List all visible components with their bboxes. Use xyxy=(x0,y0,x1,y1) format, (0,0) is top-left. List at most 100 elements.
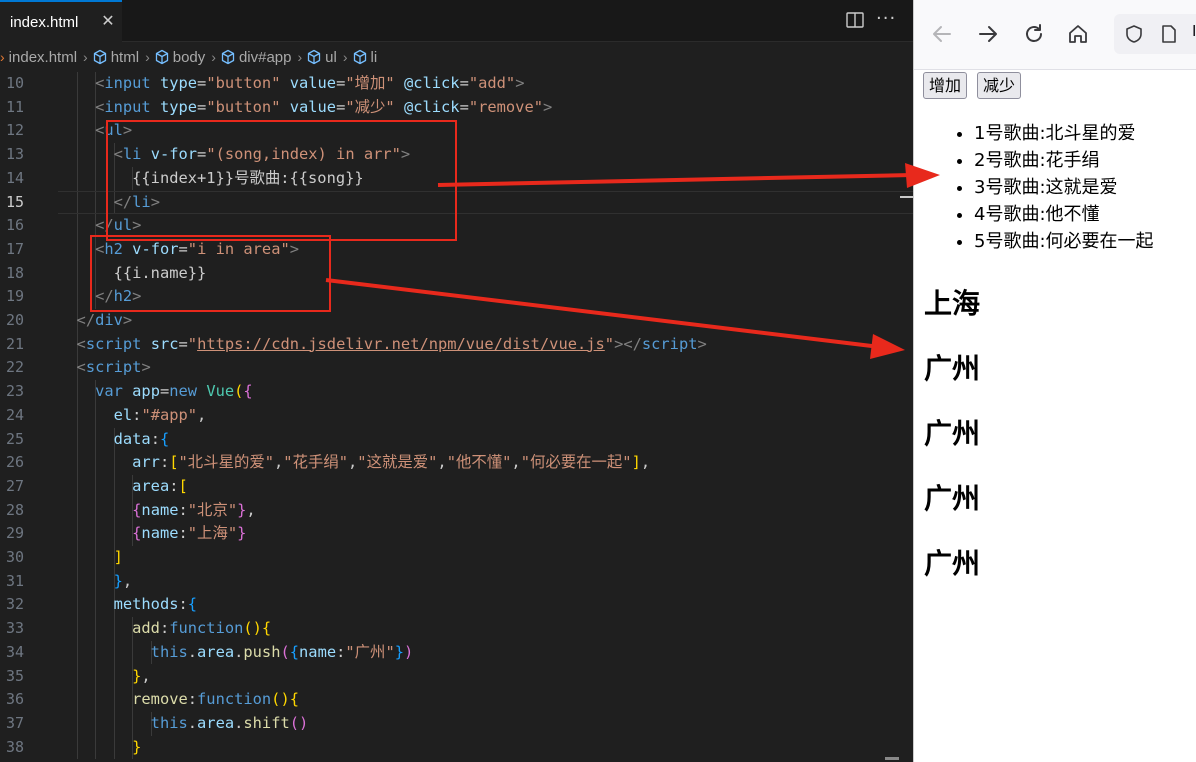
browser-window: I 增加 减少 1号歌曲:北斗星的爱2号歌曲:花手绢3号歌曲:这就是爱4号歌曲:… xyxy=(913,0,1196,762)
area-heading: 广州 xyxy=(924,547,981,580)
code-line[interactable]: 36 remove:function(){ xyxy=(0,688,913,712)
line-text: var app=new Vue({ xyxy=(95,382,253,401)
code-line[interactable]: 34 this.area.push({name:"广州"}) xyxy=(0,641,913,665)
song-list-item: 3号歌曲:这就是爱 xyxy=(974,174,1154,201)
song-list-item: 2号歌曲:花手绢 xyxy=(974,147,1154,174)
back-icon[interactable] xyxy=(930,22,954,46)
code-line[interactable]: 25 data:{ xyxy=(0,428,913,452)
code-line[interactable]: 21 <script src="https://cdn.jsdelivr.net… xyxy=(0,333,913,357)
code-line[interactable]: 35 }, xyxy=(0,665,913,689)
line-number: 19 xyxy=(5,287,24,306)
area-heading: 广州 xyxy=(924,482,981,515)
line-text: {name:"北京"}, xyxy=(132,500,256,519)
line-number: 20 xyxy=(5,311,24,329)
line-text: methods:{ xyxy=(113,595,198,614)
breadcrumb-item-index-html[interactable]: index.html xyxy=(9,49,77,66)
tab-label: index.html xyxy=(10,13,79,31)
area-heading: 广州 xyxy=(924,352,981,385)
code-line[interactable]: 29 {name:"上海"} xyxy=(0,522,913,546)
code-line[interactable]: 20 </div> xyxy=(0,309,913,333)
line-number: 10 xyxy=(5,74,24,92)
chevron-right-icon: › xyxy=(145,49,150,65)
address-bar[interactable]: I xyxy=(1114,14,1196,54)
line-number: 31 xyxy=(5,571,24,590)
tab-index-html[interactable]: index.html ✕ xyxy=(0,0,122,42)
line-number: 28 xyxy=(5,500,24,519)
shield-icon[interactable] xyxy=(1124,24,1144,44)
code-editor[interactable]: index.html ✕ ··· › index.html › html › body › d… xyxy=(0,0,913,762)
close-icon[interactable]: ✕ xyxy=(98,11,118,30)
code-line[interactable]: 38 } xyxy=(0,736,913,760)
address-text[interactable]: I xyxy=(1192,23,1196,41)
code-line[interactable]: 27 area:[ xyxy=(0,475,913,499)
breadcrumb-item-li[interactable]: li xyxy=(352,49,377,66)
breadcrumb-label: body xyxy=(172,48,206,66)
line-number: 17 xyxy=(5,239,24,258)
reload-icon[interactable] xyxy=(1022,22,1046,46)
chevron-right-icon: › xyxy=(297,49,303,65)
chevron-right-icon: › xyxy=(342,49,348,65)
code-line[interactable]: 28 {name:"北京"}, xyxy=(0,499,913,523)
scrollbar-indicator[interactable] xyxy=(885,757,899,760)
line-text: add:function(){ xyxy=(132,619,272,638)
area-heading: 广州 xyxy=(924,417,981,450)
breadcrumb-item-div-app[interactable]: div#app xyxy=(220,49,291,66)
home-icon[interactable] xyxy=(1066,22,1090,46)
code-line[interactable]: 33 add:function(){ xyxy=(0,617,913,641)
minimap-cursor-indicator xyxy=(900,196,913,198)
code-line[interactable]: 22 <script> xyxy=(0,356,913,380)
breadcrumb-label: index.html xyxy=(8,48,78,66)
line-text: el:"#app", xyxy=(113,405,207,424)
breadcrumb-label: ul xyxy=(325,48,337,66)
song-list: 1号歌曲:北斗星的爱2号歌曲:花手绢3号歌曲:这就是爱4号歌曲:他不懂5号歌曲:… xyxy=(974,120,1154,255)
line-text: <input type="button" value="减少" @click="… xyxy=(95,97,553,116)
chevron-right-icon: › xyxy=(0,49,5,65)
line-text: remove:function(){ xyxy=(132,690,299,709)
add-button[interactable]: 增加 xyxy=(923,72,968,99)
forward-icon[interactable] xyxy=(976,22,1000,46)
line-number: 11 xyxy=(5,97,24,116)
code-line[interactable]: 24 el:"#app", xyxy=(0,404,913,428)
code-line[interactable]: 11 <input type="button" value="减少" @clic… xyxy=(0,96,913,120)
symbol-icon xyxy=(308,49,321,65)
line-text: this.area.push({name:"广州"}) xyxy=(150,642,414,661)
split-editor-icon[interactable] xyxy=(846,12,864,28)
breadcrumb: › index.html › html › body › div#app › ul › li xyxy=(0,44,913,70)
code-line[interactable]: 10 <input type="button" value="增加" @clic… xyxy=(0,72,913,96)
song-list-item: 5号歌曲:何必要在一起 xyxy=(974,228,1154,255)
line-text: ] xyxy=(113,548,123,566)
symbol-icon xyxy=(93,49,106,65)
code-line[interactable]: 37 this.area.shift() xyxy=(0,712,913,736)
chevron-right-icon: › xyxy=(83,49,88,65)
line-number: 13 xyxy=(5,145,24,164)
code-line[interactable]: 23 var app=new Vue({ xyxy=(0,380,913,404)
line-number: 37 xyxy=(5,713,24,732)
line-number: 33 xyxy=(5,619,24,638)
line-text: }, xyxy=(132,666,151,685)
line-number: 34 xyxy=(5,642,24,661)
line-number: 38 xyxy=(5,737,24,756)
symbol-icon xyxy=(155,49,168,65)
code-line[interactable]: 31 }, xyxy=(0,570,913,594)
line-number: 21 xyxy=(5,334,24,353)
song-list-item: 4号歌曲:他不懂 xyxy=(974,201,1154,228)
line-number: 12 xyxy=(5,121,24,140)
more-actions-icon[interactable]: ··· xyxy=(876,8,896,29)
line-text: data:{ xyxy=(113,429,170,448)
breadcrumb-item-ul[interactable]: ul xyxy=(306,49,337,66)
code-line[interactable]: 32 methods:{ xyxy=(0,593,913,617)
area-heading: 上海 xyxy=(924,287,981,320)
code-line[interactable]: 30 ] xyxy=(0,546,913,570)
line-number: 32 xyxy=(5,595,24,614)
annotation-box-h2 xyxy=(90,235,331,312)
breadcrumb-item-html[interactable]: html xyxy=(92,49,139,66)
line-text: {name:"上海"} xyxy=(132,524,247,543)
line-number: 22 xyxy=(5,358,24,377)
line-text: } xyxy=(132,737,142,756)
remove-button[interactable]: 减少 xyxy=(977,72,1022,99)
line-number: 35 xyxy=(5,666,24,685)
code-line[interactable]: 26 arr:["北斗星的爱","花手绢","这就是爱","他不懂","何必要在… xyxy=(0,451,913,475)
breadcrumb-item-body[interactable]: body xyxy=(154,48,206,66)
line-text: <script src="https://cdn.jsdelivr.net/np… xyxy=(76,334,707,353)
line-number: 27 xyxy=(5,476,24,495)
